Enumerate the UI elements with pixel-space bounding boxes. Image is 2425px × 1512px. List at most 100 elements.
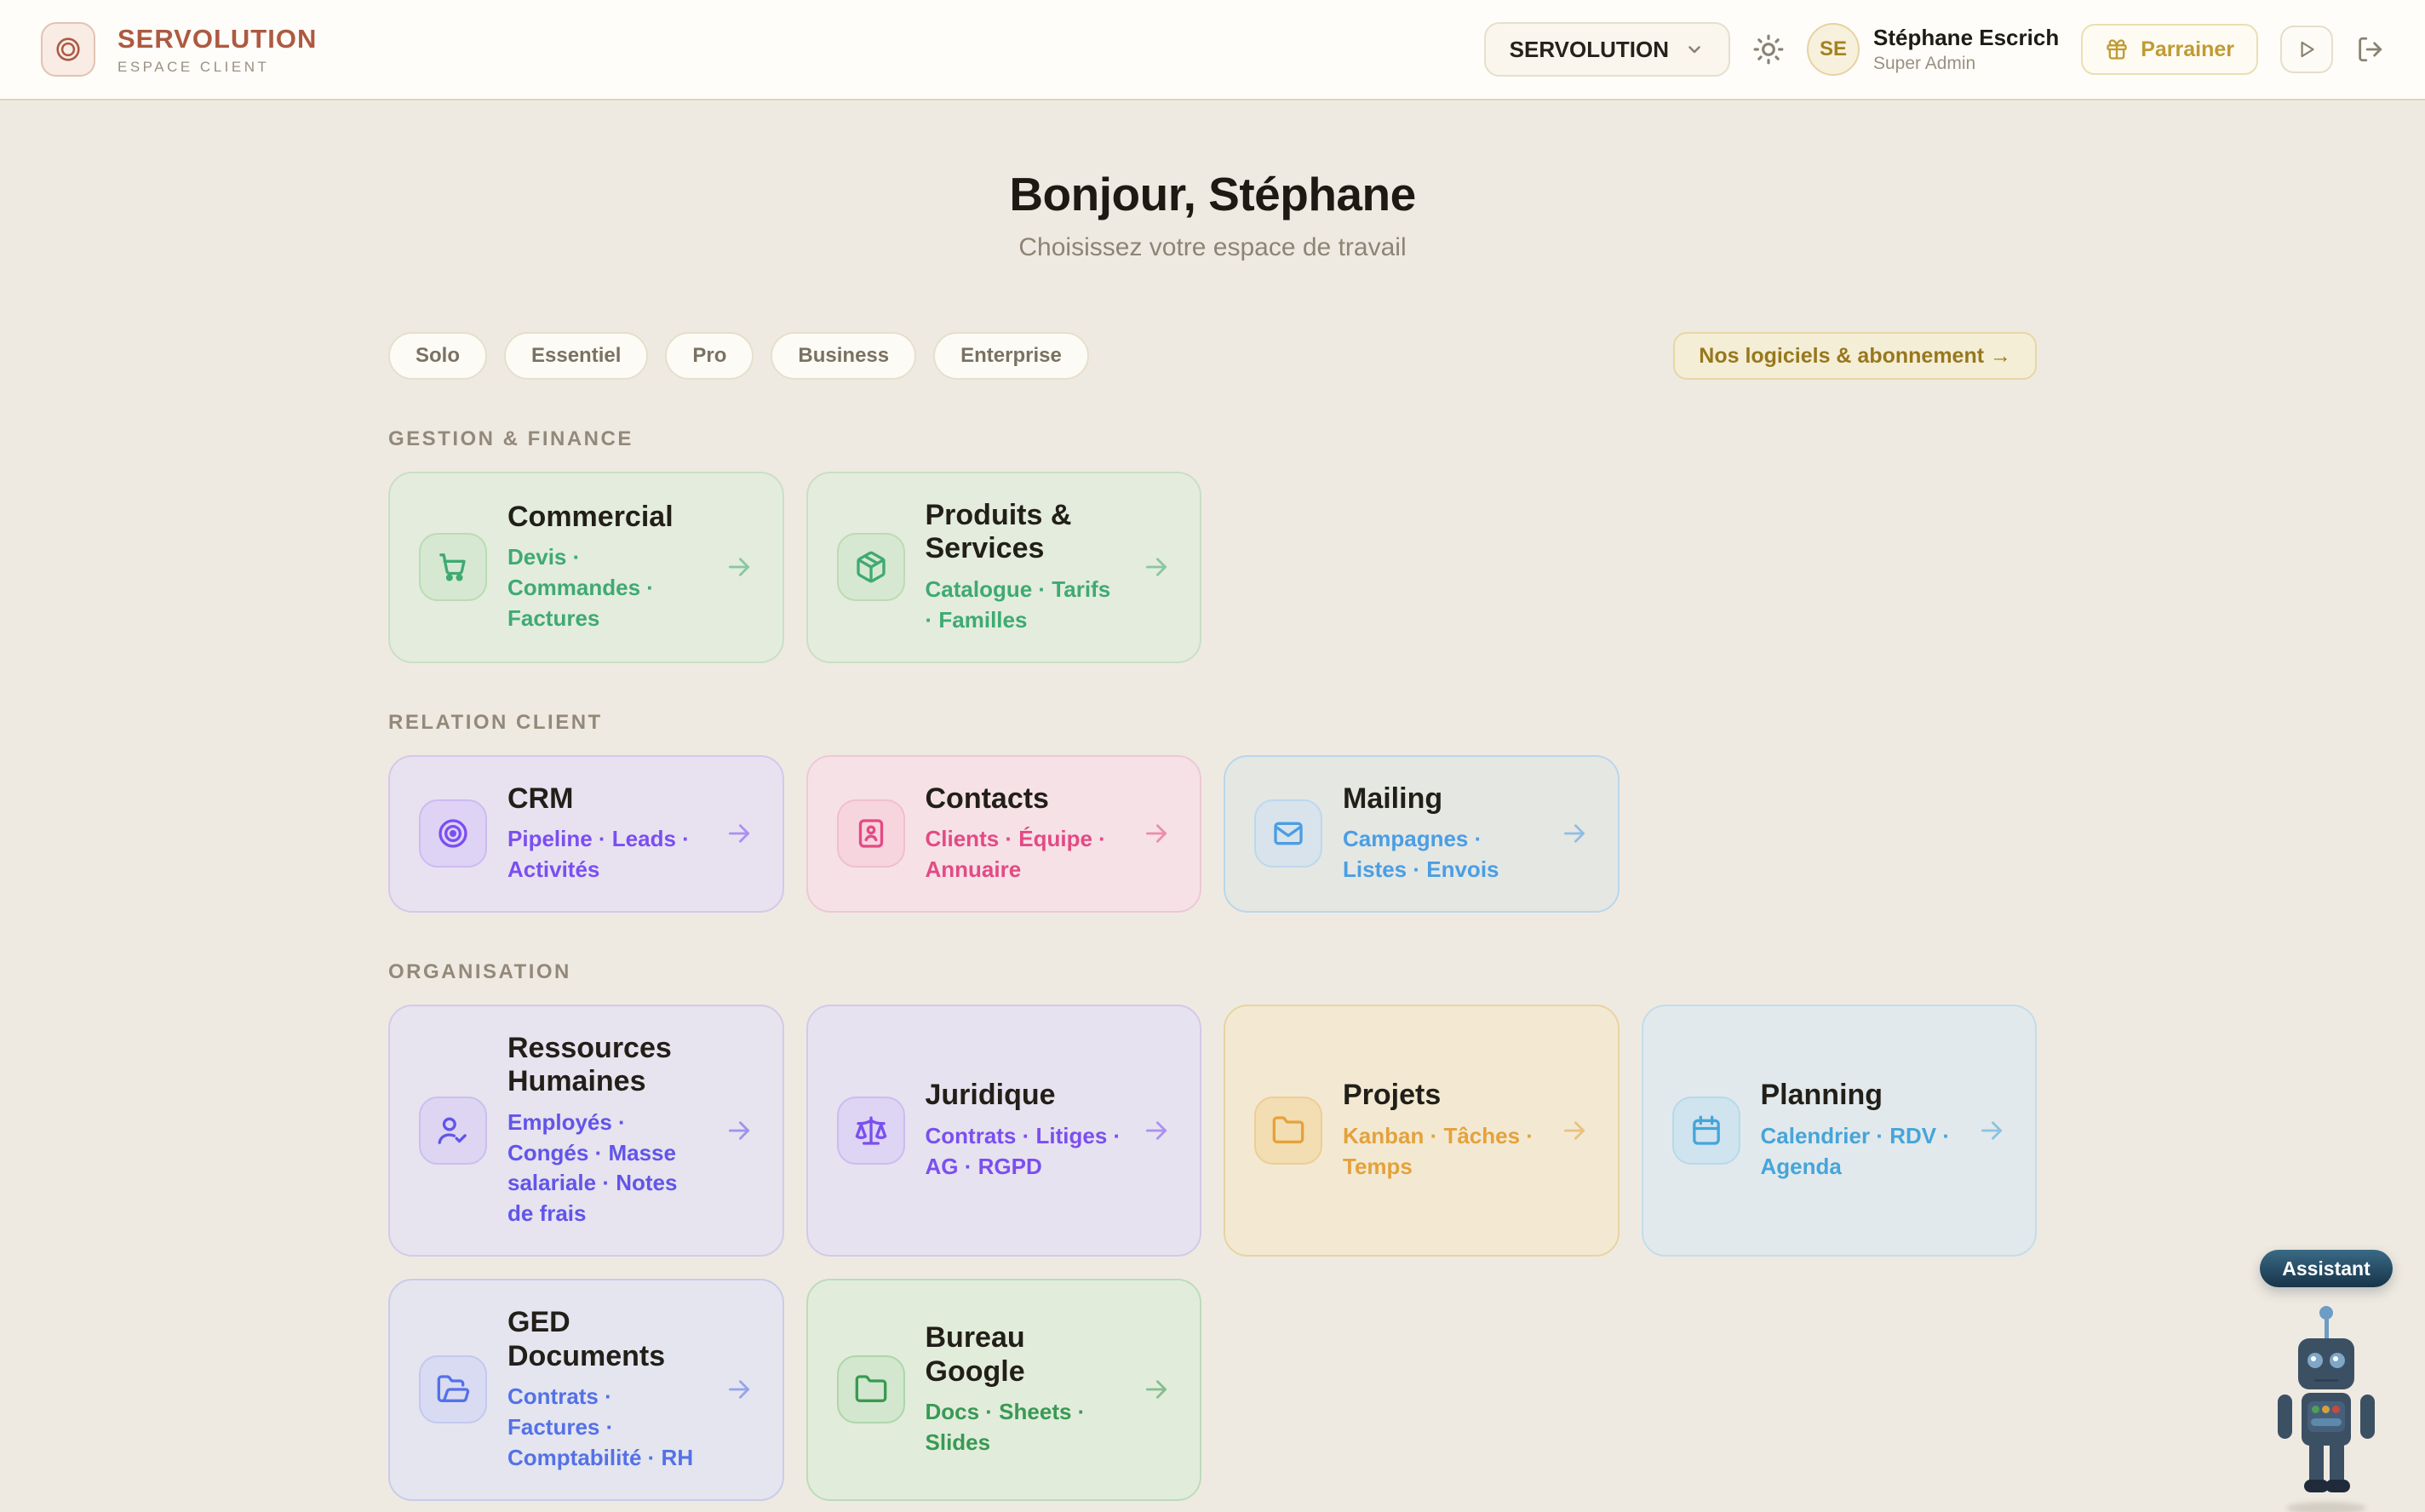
section: GESTION & FINANCE Commercial Devis · Com…: [388, 427, 2037, 663]
brand: SERVOLUTION ESPACE CLIENT: [41, 22, 317, 77]
card-grid: Commercial Devis · Commandes · Factures …: [388, 472, 2037, 663]
card-subtitle: Clients · Équipe · Annuaire: [926, 824, 1122, 885]
sponsor-button-label: Parrainer: [2141, 37, 2234, 62]
card-subtitle: Calendrier · RDV · Agenda: [1761, 1121, 1958, 1183]
play-icon: [2296, 38, 2318, 60]
card-ressources-humaines[interactable]: Ressources Humaines Employés · Congés · …: [388, 1005, 784, 1257]
section-title: RELATION CLIENT: [388, 711, 2037, 735]
card-grid: CRM Pipeline · Leads · Activités Contact…: [388, 755, 2037, 913]
card-subtitle: Catalogue · Tarifs · Familles: [926, 575, 1122, 636]
section: ORGANISATION Ressources Humaines Employé…: [388, 960, 2037, 1501]
plan-filter-solo[interactable]: Solo: [388, 332, 487, 380]
card-title: GED Documents: [507, 1306, 704, 1373]
card-bureau-google[interactable]: Bureau Google Docs · Sheets · Slides: [806, 1279, 1202, 1501]
card-title: Ressources Humaines: [507, 1032, 704, 1099]
arrow-right-icon: [1560, 819, 1589, 848]
user-role: Super Admin: [1873, 54, 2059, 74]
section-title: ORGANISATION: [388, 960, 2037, 984]
card-title: Mailing: [1343, 782, 1539, 816]
app-header: SERVOLUTION ESPACE CLIENT SERVOLUTION SE…: [0, 0, 2425, 100]
arrow-right-icon: [1977, 1116, 2006, 1145]
arrow-right-icon: [1142, 553, 1171, 581]
workspace-chooser: Bonjour, Stéphane Choisissez votre espac…: [388, 167, 2037, 1512]
mail-icon: [1254, 799, 1322, 868]
arrow-right-icon: [725, 819, 754, 848]
card-title: Juridique: [926, 1079, 1122, 1112]
package-icon: [837, 533, 905, 601]
card-produits-services[interactable]: Produits & Services Catalogue · Tarifs ·…: [806, 472, 1202, 663]
card-subtitle: Devis · Commandes · Factures: [507, 542, 704, 634]
header-actions: SERVOLUTION SE Stéphane Escrich Super Ad…: [1484, 22, 2384, 77]
calendar-icon: [1672, 1097, 1740, 1165]
avatar: SE: [1807, 23, 1860, 76]
card-grid: Ressources Humaines Employés · Congés · …: [388, 1005, 2037, 1501]
card-subtitle: Docs · Sheets · Slides: [926, 1397, 1122, 1458]
arrow-right-icon: [1142, 819, 1171, 848]
arrow-right-icon: [1560, 1116, 1589, 1145]
card-projets[interactable]: Projets Kanban · Tâches · Temps: [1224, 1005, 1620, 1257]
card-ged-documents[interactable]: GED Documents Contrats · Factures · Comp…: [388, 1279, 784, 1501]
assistant-robot-icon[interactable]: [2262, 1306, 2390, 1512]
arrow-right-icon: [725, 1116, 754, 1145]
card-title: Planning: [1761, 1079, 1958, 1112]
card-subtitle: Contrats · Factures · Comptabilité · RH: [507, 1382, 704, 1474]
plan-filter-essentiel[interactable]: Essentiel: [504, 332, 648, 380]
card-title: Produits & Services: [926, 499, 1122, 566]
logout-icon: [2355, 35, 2384, 64]
card-commercial[interactable]: Commercial Devis · Commandes · Factures: [388, 472, 784, 663]
chevron-down-icon: [1684, 39, 1705, 60]
workspace-sections: GESTION & FINANCE Commercial Devis · Com…: [388, 427, 2037, 1512]
logout-button[interactable]: [2355, 35, 2384, 64]
plan-filter-enterprise[interactable]: Enterprise: [933, 332, 1089, 380]
plan-toolbar: Solo Essentiel Pro Business Enterprise Nos l…: [388, 332, 2037, 380]
arrow-right-icon: [1142, 1116, 1171, 1145]
card-contacts[interactable]: Contacts Clients · Équipe · Annuaire: [806, 755, 1202, 913]
section: RELATION CLIENT CRM Pipeline · Leads · A…: [388, 711, 2037, 913]
card-juridique[interactable]: Juridique Contrats · Litiges · AG · RGPD: [806, 1005, 1202, 1257]
shopping-cart-icon: [419, 533, 487, 601]
brand-logo-icon: [41, 22, 95, 77]
card-title: CRM: [507, 782, 704, 816]
arrow-right-icon: [725, 553, 754, 581]
plan-filters: Solo Essentiel Pro Business Enterprise: [388, 332, 1089, 380]
folder-icon: [837, 1355, 905, 1423]
card-crm[interactable]: CRM Pipeline · Leads · Activités: [388, 755, 784, 913]
card-subtitle: Contrats · Litiges · AG · RGPD: [926, 1121, 1122, 1183]
arrow-right-icon: [1142, 1375, 1171, 1404]
contact-book-icon: [837, 799, 905, 868]
card-title: Projets: [1343, 1079, 1539, 1112]
brand-name: SERVOLUTION: [118, 24, 317, 54]
workspace-selector[interactable]: SERVOLUTION: [1484, 22, 1730, 77]
card-subtitle: Kanban · Tâches · Temps: [1343, 1121, 1539, 1183]
card-planning[interactable]: Planning Calendrier · RDV · Agenda: [1642, 1005, 2038, 1257]
scale-icon: [837, 1097, 905, 1165]
page-subtitle: Choisissez votre espace de travail: [388, 233, 2037, 262]
subscription-link-label: Nos logiciels & abonnement →: [1699, 344, 2011, 368]
card-title: Bureau Google: [926, 1321, 1122, 1389]
user-menu[interactable]: SE Stéphane Escrich Super Admin: [1807, 23, 2059, 76]
arrow-right-icon: [725, 1375, 754, 1404]
workspace-selector-label: SERVOLUTION: [1510, 37, 1669, 63]
card-subtitle: Employés · Congés · Masse salariale · No…: [507, 1108, 704, 1230]
user-check-icon: [419, 1097, 487, 1165]
card-subtitle: Campagnes · Listes · Envois: [1343, 824, 1539, 885]
card-mailing[interactable]: Mailing Campagnes · Listes · Envois: [1224, 755, 1620, 913]
plan-filter-pro[interactable]: Pro: [665, 332, 754, 380]
card-title: Commercial: [507, 501, 704, 534]
play-button[interactable]: [2280, 26, 2333, 73]
assistant-badge[interactable]: Assistant: [2260, 1250, 2393, 1287]
user-name: Stéphane Escrich: [1873, 25, 2059, 51]
plan-filter-business[interactable]: Business: [771, 332, 916, 380]
subscription-link-button[interactable]: Nos logiciels & abonnement →: [1673, 332, 2037, 380]
brand-tagline: ESPACE CLIENT: [118, 59, 317, 76]
theme-toggle-button[interactable]: [1752, 33, 1785, 66]
sun-icon: [1752, 33, 1785, 66]
page-title: Bonjour, Stéphane: [388, 167, 2037, 221]
section-title: GESTION & FINANCE: [388, 427, 2037, 451]
target-icon: [419, 799, 487, 868]
card-title: Contacts: [926, 782, 1122, 816]
folder-open-icon: [419, 1355, 487, 1423]
assistant-widget: Assistant: [2258, 1250, 2394, 1512]
sponsor-button[interactable]: Parrainer: [2081, 24, 2258, 75]
gift-icon: [2105, 37, 2129, 61]
